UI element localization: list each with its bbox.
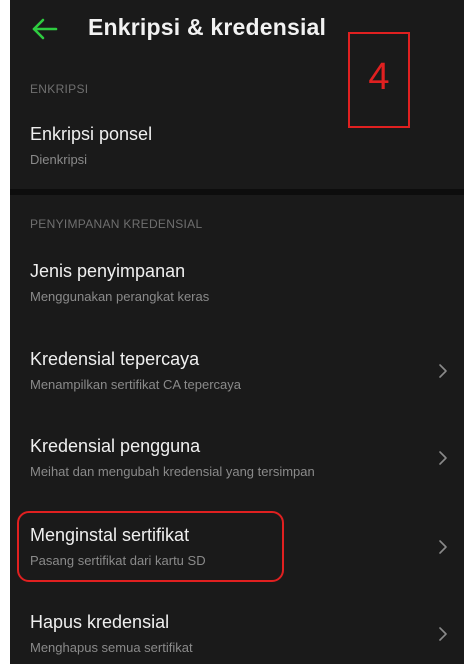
back-button[interactable] [30, 14, 60, 44]
user-credentials-item[interactable]: Kredensial pengguna Meihat dan mengubah … [10, 436, 464, 500]
install-certificate-item[interactable]: Menginstal sertifikat Pasang sertifikat … [10, 525, 464, 589]
item-title: Hapus kredensial [30, 612, 170, 632]
section-divider [10, 189, 464, 195]
phone-encryption-item[interactable]: Enkripsi ponsel Dienkripsi [10, 124, 464, 188]
step-number-annotation: 4 [348, 32, 410, 128]
storage-type-item[interactable]: Jenis penyimpanan Menggunakan perangkat … [10, 261, 464, 325]
settings-screen: Enkripsi & kredensial ENKRIPSI Enkripsi … [10, 0, 464, 664]
chevron-right-icon [439, 451, 447, 465]
item-title: Menginstal sertifikat [30, 525, 190, 545]
chevron-right-icon [439, 364, 447, 378]
item-title: Enkripsi ponsel [30, 124, 153, 144]
trusted-credentials-item[interactable]: Kredensial tepercaya Menampilkan sertifi… [10, 349, 464, 413]
section-header-credential-storage: PENYIMPANAN KREDENSIAL [30, 217, 203, 231]
item-subtitle: Menggunakan perangkat keras [30, 289, 210, 304]
item-title: Kredensial tepercaya [30, 349, 200, 369]
page-title: Enkripsi & kredensial [88, 14, 327, 40]
item-subtitle: Menghapus semua sertifikat [30, 640, 193, 655]
chevron-right-icon [439, 627, 447, 641]
item-subtitle: Dienkripsi [30, 152, 88, 167]
section-header-encryption: ENKRIPSI [30, 82, 89, 96]
clear-credentials-item[interactable]: Hapus kredensial Menghapus semua sertifi… [10, 612, 464, 664]
item-title: Jenis penyimpanan [30, 261, 186, 281]
item-subtitle: Menampilkan sertifikat CA tepercaya [30, 377, 241, 392]
step-number: 4 [368, 56, 390, 98]
chevron-right-icon [439, 540, 447, 554]
arrow-left-icon [32, 18, 58, 40]
item-title: Kredensial pengguna [30, 436, 201, 456]
item-subtitle: Meihat dan mengubah kredensial yang ters… [30, 464, 315, 479]
item-subtitle: Pasang sertifikat dari kartu SD [30, 553, 206, 568]
